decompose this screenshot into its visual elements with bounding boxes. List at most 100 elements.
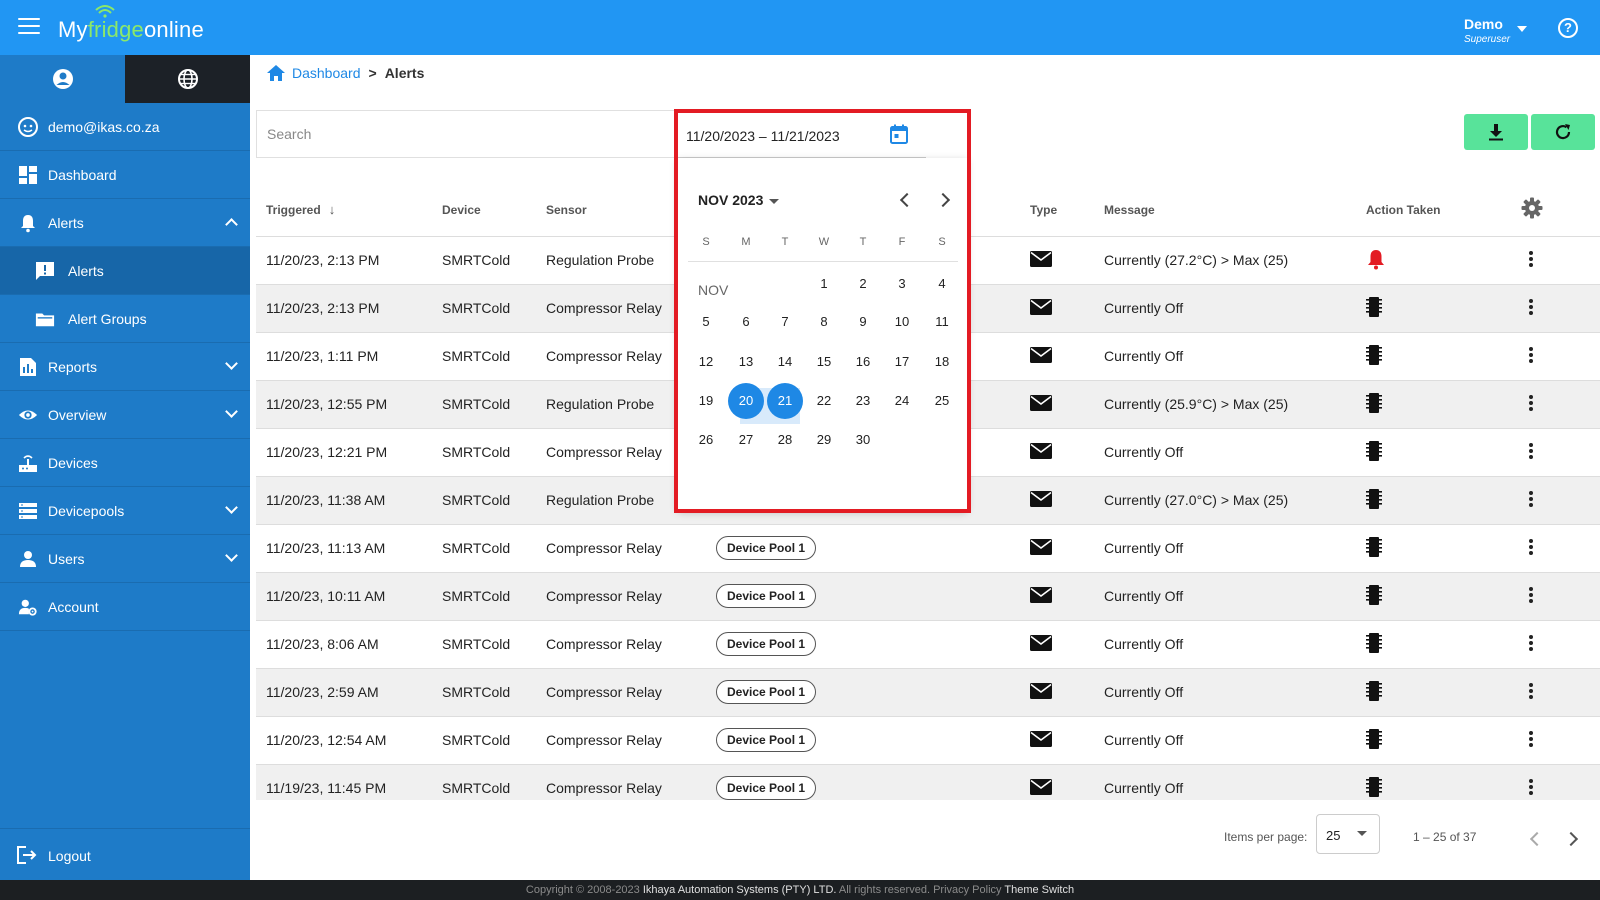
table-row[interactable]: 11/19/23, 11:45 PM SMRTCold Compressor R… [256, 764, 1600, 800]
gear-icon[interactable] [1521, 197, 1543, 219]
memory-chip-icon[interactable] [1366, 536, 1382, 558]
date-range-field[interactable]: 11/20/2023 – 11/21/2023 [676, 114, 926, 158]
calendar-previous-month-button[interactable] [899, 192, 915, 208]
sidebar-item-alerts-list[interactable]: Alerts [0, 247, 250, 295]
calendar-day[interactable]: 17 [884, 344, 920, 380]
sidebar-item-alerts[interactable]: Alerts [0, 199, 250, 247]
calendar-day[interactable]: 26 [688, 422, 724, 458]
user-menu[interactable]: Demo Superuser [1464, 16, 1510, 45]
alarm-bell-icon[interactable] [1366, 248, 1386, 270]
calendar-day[interactable]: 30 [845, 422, 881, 458]
device-pool-chip[interactable]: Device Pool 1 [716, 584, 817, 608]
calendar-day[interactable]: 9 [845, 304, 881, 340]
app-logo[interactable]: Myfridgeonline [58, 17, 204, 43]
calendar-day[interactable]: 8 [806, 304, 842, 340]
more-vert-icon[interactable] [1529, 681, 1533, 701]
footer-privacy-link[interactable]: Privacy Policy [933, 884, 1001, 896]
calendar-day[interactable]: 28 [767, 422, 803, 458]
header-type[interactable]: Type [1030, 184, 1104, 237]
sidebar-item-overview[interactable]: Overview [0, 391, 250, 439]
memory-chip-icon[interactable] [1366, 488, 1382, 510]
calendar-day[interactable]: 18 [924, 344, 960, 380]
sidebar-item-alert-groups[interactable]: Alert Groups [0, 295, 250, 343]
sidebar-item-dashboard[interactable]: Dashboard [0, 151, 250, 199]
refresh-button[interactable] [1531, 114, 1595, 150]
table-row[interactable]: 11/20/23, 10:11 AM SMRTCold Compressor R… [256, 572, 1600, 621]
calendar-day[interactable]: 6 [728, 304, 764, 340]
calendar-day[interactable]: 16 [845, 344, 881, 380]
memory-chip-icon[interactable] [1366, 632, 1382, 654]
calendar-day[interactable]: 11 [924, 304, 960, 340]
chevron-down-icon[interactable] [225, 357, 238, 370]
calendar-day[interactable]: 3 [884, 266, 920, 302]
tab-profile[interactable] [0, 55, 125, 103]
more-vert-icon[interactable] [1529, 585, 1533, 605]
more-vert-icon[interactable] [1529, 345, 1533, 365]
search-input[interactable] [257, 111, 674, 157]
calendar-day[interactable]: 24 [884, 383, 920, 419]
calendar-day[interactable]: 20 [728, 383, 764, 419]
calendar-day[interactable]: 10 [884, 304, 920, 340]
more-vert-icon[interactable] [1529, 441, 1533, 461]
calendar-day[interactable]: 14 [767, 344, 803, 380]
calendar-day[interactable]: 2 [845, 266, 881, 302]
table-row[interactable]: 11/20/23, 2:59 AM SMRTCold Compressor Re… [256, 668, 1600, 717]
more-vert-icon[interactable] [1529, 489, 1533, 509]
search-field[interactable] [256, 110, 674, 158]
chevron-down-icon[interactable] [225, 501, 238, 514]
sidebar-item-account[interactable]: Account [0, 583, 250, 631]
next-page-button[interactable] [1563, 831, 1579, 847]
calendar-day[interactable]: 27 [728, 422, 764, 458]
memory-chip-icon[interactable] [1366, 296, 1382, 318]
calendar-day[interactable]: 13 [728, 344, 764, 380]
device-pool-chip[interactable]: Device Pool 1 [716, 632, 817, 656]
calendar-day[interactable]: 21 [767, 383, 803, 419]
more-vert-icon[interactable] [1529, 777, 1533, 797]
help-icon[interactable]: ? [1558, 18, 1578, 38]
hamburger-menu-icon[interactable] [18, 18, 40, 36]
calendar-day[interactable]: 22 [806, 383, 842, 419]
footer-theme-switch[interactable]: Theme Switch [1004, 884, 1074, 896]
calendar-day[interactable]: 19 [688, 383, 724, 419]
logout-button[interactable]: Logout [0, 828, 250, 880]
more-vert-icon[interactable] [1529, 297, 1533, 317]
calendar-day[interactable]: 5 [688, 304, 724, 340]
sidebar-item-users[interactable]: Users [0, 535, 250, 583]
header-device[interactable]: Device [442, 184, 546, 237]
calendar-day[interactable]: 4 [924, 266, 960, 302]
more-vert-icon[interactable] [1529, 537, 1533, 557]
user-menu-caret-icon[interactable] [1517, 26, 1527, 32]
calendar-day[interactable]: 15 [806, 344, 842, 380]
memory-chip-icon[interactable] [1366, 680, 1382, 702]
calendar-day[interactable]: 23 [845, 383, 881, 419]
memory-chip-icon[interactable] [1366, 344, 1382, 366]
header-triggered[interactable]: Triggered ↓ [256, 184, 442, 237]
page-size-select[interactable]: 25 [1316, 814, 1380, 854]
download-button[interactable] [1464, 114, 1528, 150]
table-row[interactable]: 11/20/23, 11:13 AM SMRTCold Compressor R… [256, 524, 1600, 573]
more-vert-icon[interactable] [1529, 633, 1533, 653]
chevron-up-icon[interactable] [225, 218, 238, 231]
more-vert-icon[interactable] [1529, 249, 1533, 269]
calendar-day[interactable]: 29 [806, 422, 842, 458]
home-icon[interactable] [266, 64, 286, 82]
memory-chip-icon[interactable] [1366, 776, 1382, 798]
device-pool-chip[interactable]: Device Pool 1 [716, 680, 817, 704]
more-vert-icon[interactable] [1529, 729, 1533, 749]
previous-page-button[interactable] [1529, 831, 1545, 847]
sidebar-user-email[interactable]: demo@ikas.co.za [0, 103, 250, 151]
more-vert-icon[interactable] [1529, 393, 1533, 413]
table-row[interactable]: 11/20/23, 8:06 AM SMRTCold Compressor Re… [256, 620, 1600, 669]
table-row[interactable]: 11/20/23, 12:54 AM SMRTCold Compressor R… [256, 716, 1600, 765]
sidebar-item-reports[interactable]: Reports [0, 343, 250, 391]
header-action-taken[interactable]: Action Taken [1366, 184, 1521, 237]
sort-down-icon[interactable]: ↓ [329, 202, 336, 217]
calendar-next-month-button[interactable] [935, 192, 951, 208]
sidebar-item-devices[interactable]: Devices [0, 439, 250, 487]
chevron-down-icon[interactable] [225, 405, 238, 418]
memory-chip-icon[interactable] [1366, 440, 1382, 462]
memory-chip-icon[interactable] [1366, 584, 1382, 606]
device-pool-chip[interactable]: Device Pool 1 [716, 536, 817, 560]
calendar-day[interactable]: 25 [924, 383, 960, 419]
device-pool-chip[interactable]: Device Pool 1 [716, 776, 817, 800]
